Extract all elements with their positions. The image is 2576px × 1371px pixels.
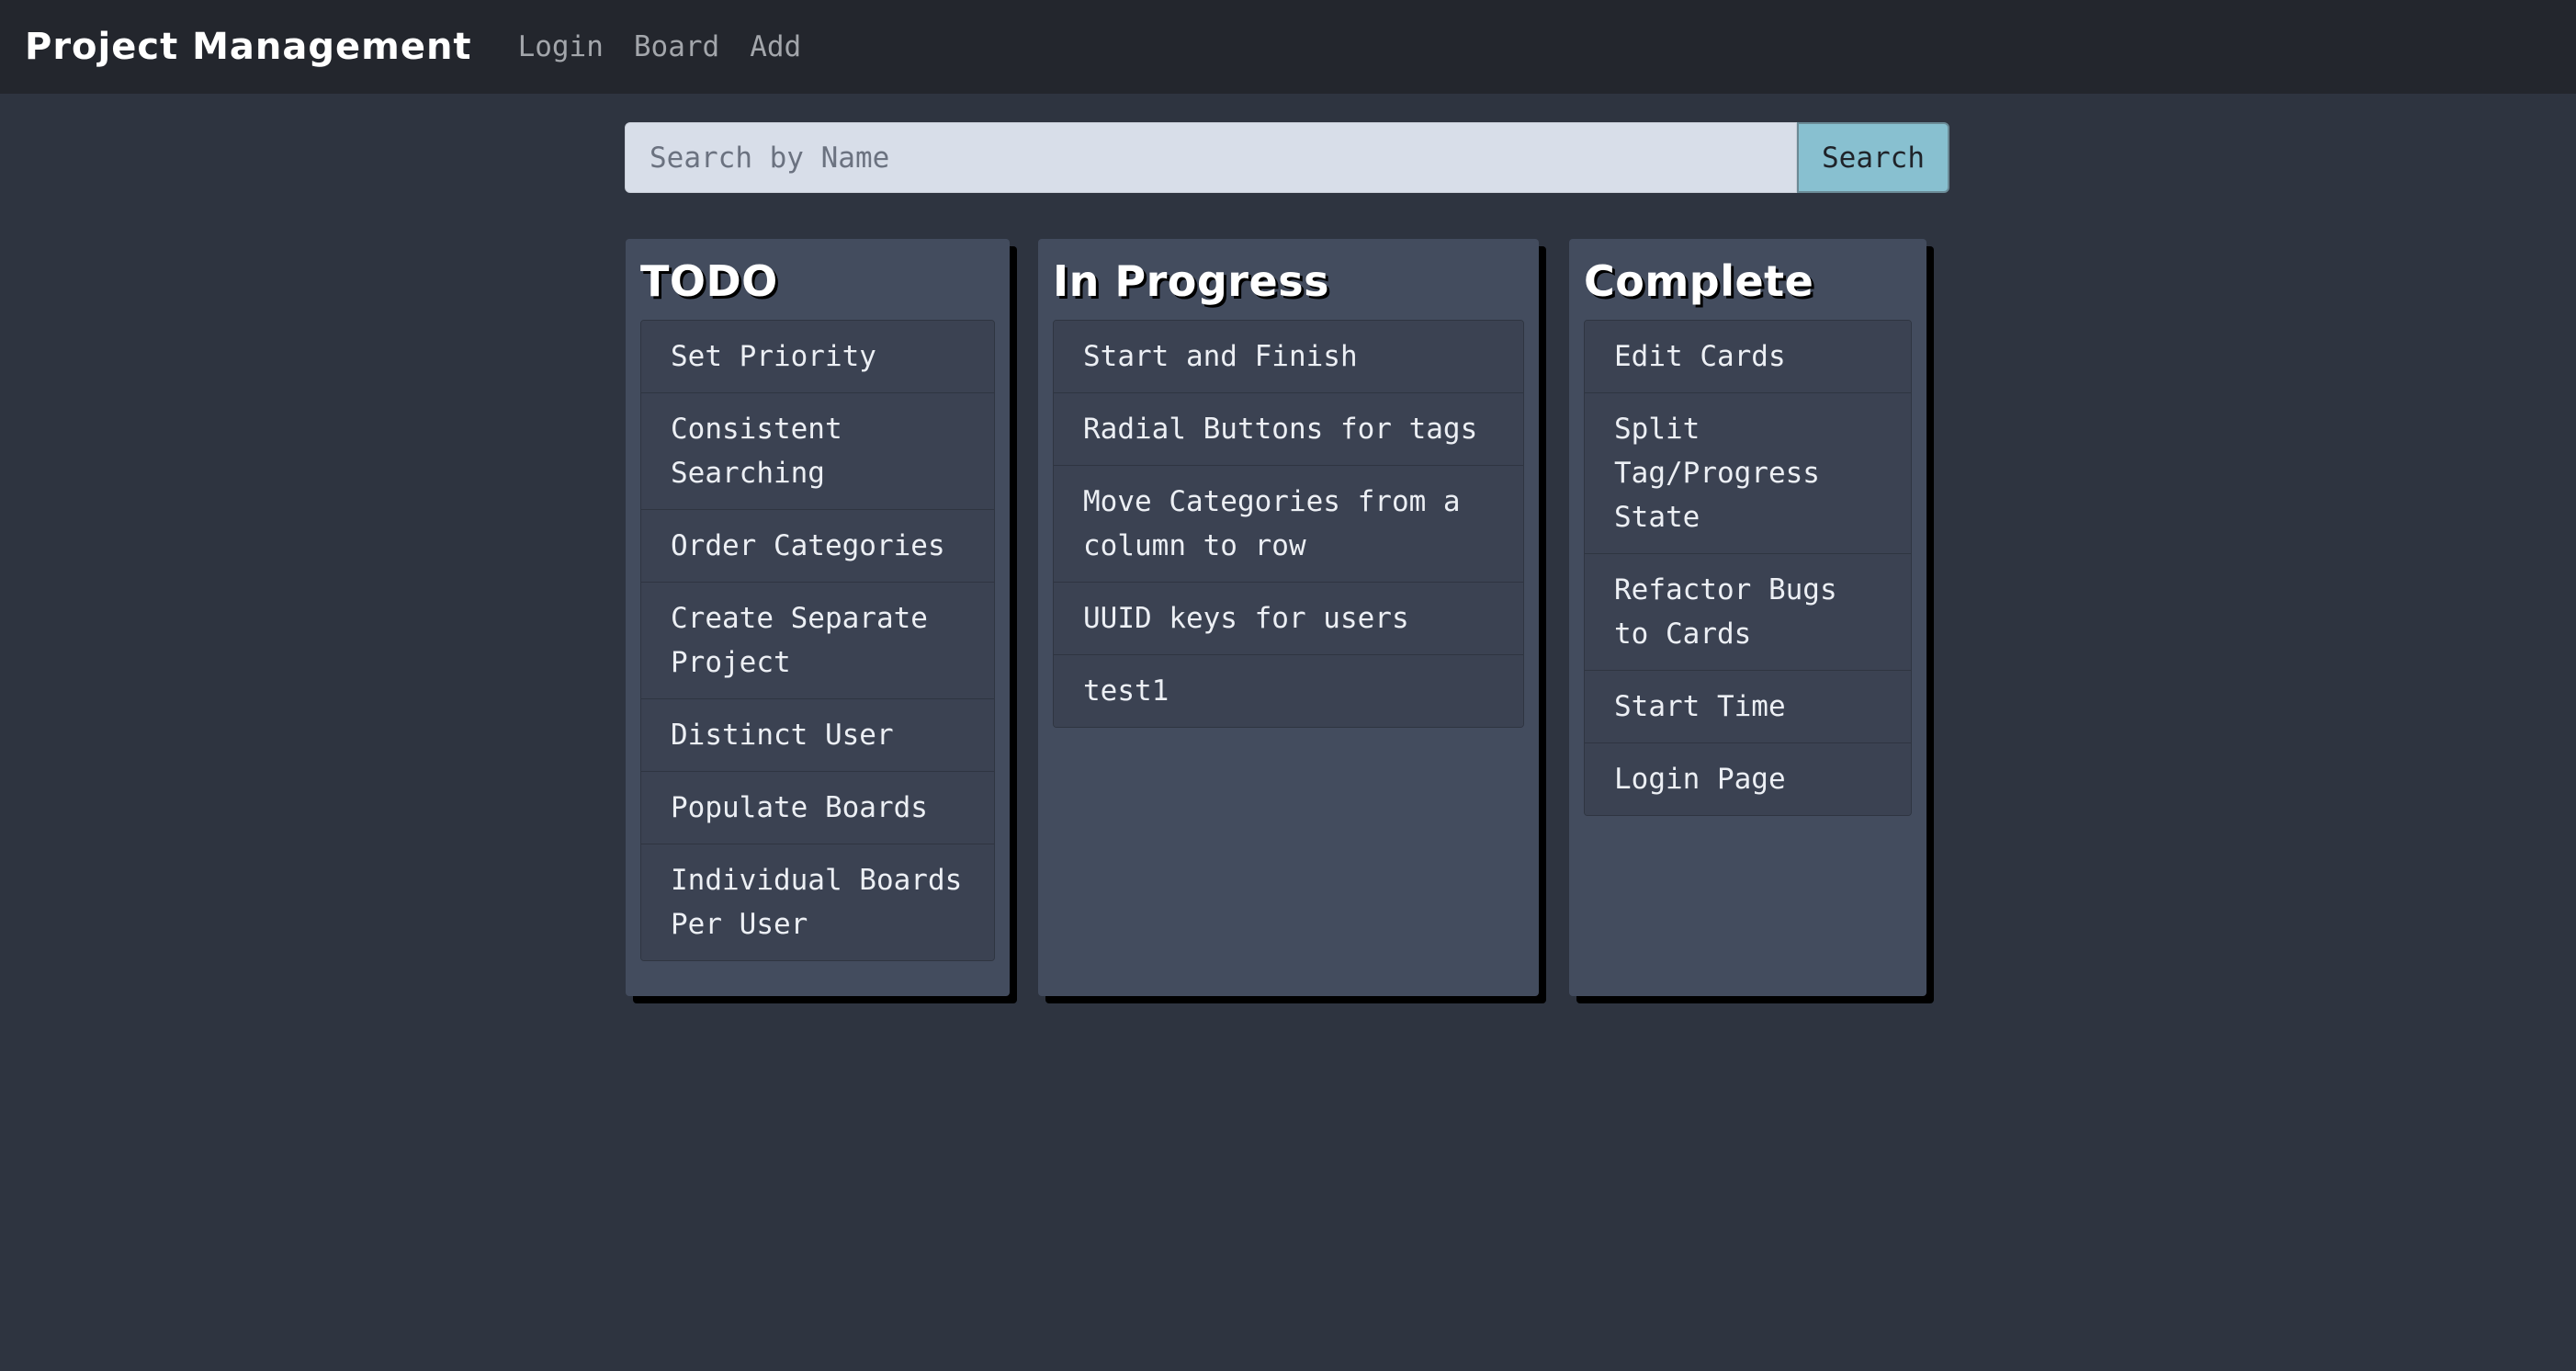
card-start-and-finish[interactable]: Start and Finish	[1054, 321, 1523, 393]
search-input[interactable]	[625, 122, 1797, 193]
brand-logo[interactable]: Project Management	[25, 26, 472, 68]
nav-link-board[interactable]: Board	[634, 30, 719, 63]
card-list-complete: Edit Cards Split Tag/Progress State Refa…	[1584, 320, 1912, 816]
search-bar: Search	[625, 122, 1949, 193]
top-navbar: Project Management Login Board Add	[0, 0, 2576, 94]
card-list-in-progress: Start and Finish Radial Buttons for tags…	[1053, 320, 1524, 728]
card-start-time[interactable]: Start Time	[1585, 671, 1911, 743]
card-move-categories[interactable]: Move Categories from a column to row	[1054, 466, 1523, 583]
column-in-progress: In Progress Start and Finish Radial Butt…	[1038, 239, 1539, 996]
nav-link-add[interactable]: Add	[750, 30, 801, 63]
search-button[interactable]: Search	[1797, 122, 1949, 193]
card-split-tag-progress-state[interactable]: Split Tag/Progress State	[1585, 393, 1911, 554]
card-order-categories[interactable]: Order Categories	[641, 510, 994, 583]
column-complete: Complete Edit Cards Split Tag/Progress S…	[1569, 239, 1926, 996]
card-distinct-user[interactable]: Distinct User	[641, 699, 994, 772]
card-create-separate-project[interactable]: Create Separate Project	[641, 583, 994, 699]
card-populate-boards[interactable]: Populate Boards	[641, 772, 994, 844]
card-individual-boards-per-user[interactable]: Individual Boards Per User	[641, 844, 994, 960]
card-edit-cards[interactable]: Edit Cards	[1585, 321, 1911, 393]
column-title-in-progress: In Progress	[1053, 256, 1329, 306]
card-consistent-searching[interactable]: Consistent Searching	[641, 393, 994, 510]
nav-link-login[interactable]: Login	[518, 30, 604, 63]
column-title-complete: Complete	[1584, 256, 1814, 306]
card-login-page[interactable]: Login Page	[1585, 743, 1911, 815]
card-radial-buttons-for-tags[interactable]: Radial Buttons for tags	[1054, 393, 1523, 466]
card-refactor-bugs-to-cards[interactable]: Refactor Bugs to Cards	[1585, 554, 1911, 671]
column-title-todo: TODO	[640, 256, 778, 306]
card-list-todo: Set Priority Consistent Searching Order …	[640, 320, 995, 961]
card-uuid-keys-for-users[interactable]: UUID keys for users	[1054, 583, 1523, 655]
card-test1[interactable]: test1	[1054, 655, 1523, 727]
card-set-priority[interactable]: Set Priority	[641, 321, 994, 393]
column-todo: TODO Set Priority Consistent Searching O…	[626, 239, 1010, 996]
